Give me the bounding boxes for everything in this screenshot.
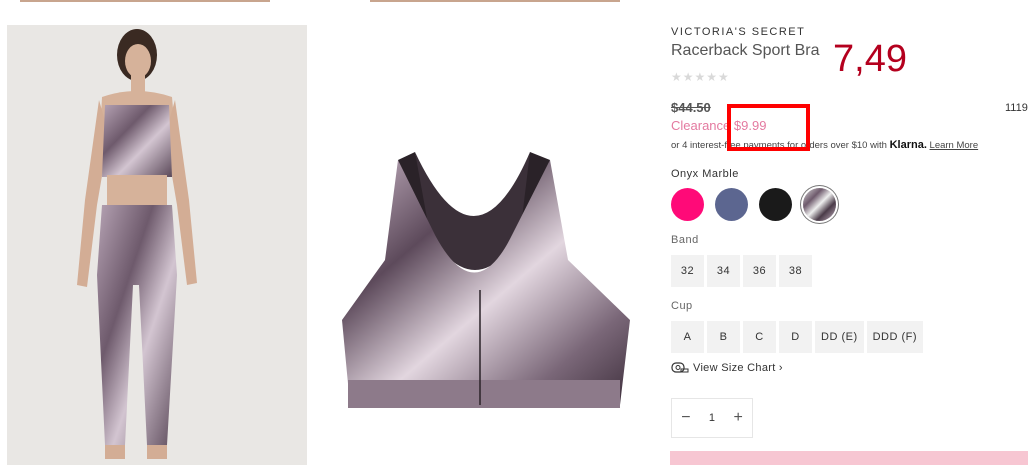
view-size-chart-link[interactable]: View Size Chart ›: [671, 362, 783, 374]
band-size-option[interactable]: 32: [671, 255, 704, 287]
product-title: Racerback Sport Bra: [671, 42, 820, 59]
decrease-quantity-button[interactable]: −: [681, 409, 690, 427]
cup-size-option[interactable]: D: [779, 321, 812, 353]
swatch-slate-blue[interactable]: [715, 188, 748, 221]
klarna-payment-line: or 4 interest-free payments for orders o…: [671, 139, 978, 151]
cup-size-option[interactable]: DD (E): [815, 321, 864, 353]
cup-size-option[interactable]: DDD (F): [866, 321, 924, 353]
cup-label: Cup: [671, 300, 693, 312]
banner-image-edge: [20, 0, 270, 2]
product-photo[interactable]: [330, 140, 635, 430]
quantity-value[interactable]: 1: [709, 412, 715, 424]
band-size-option[interactable]: 38: [779, 255, 812, 287]
increase-quantity-button[interactable]: +: [733, 409, 742, 427]
swatch-hot-pink[interactable]: [671, 188, 704, 221]
view-size-chart-label: View Size Chart ›: [693, 362, 783, 374]
band-size-options: 32 34 36 38: [671, 255, 812, 287]
brand-name[interactable]: VICTORIA'S SECRET: [671, 26, 805, 38]
cup-size-option[interactable]: A: [671, 321, 704, 353]
top-banner-strip: [0, 0, 1028, 4]
cup-size-option[interactable]: C: [743, 321, 776, 353]
quantity-stepper: − 1 +: [671, 398, 753, 438]
rating-stars[interactable]: ★★★★★: [671, 70, 730, 84]
sports-bra-illustration: [342, 152, 630, 408]
color-swatches: [671, 188, 836, 221]
overlay-annotation-number: 7,49: [833, 38, 907, 80]
add-to-bag-button[interactable]: [670, 451, 1028, 465]
klarna-learn-more-link[interactable]: Learn More: [930, 140, 979, 151]
band-size-option[interactable]: 36: [743, 255, 776, 287]
cup-size-option[interactable]: B: [707, 321, 740, 353]
swatch-black[interactable]: [759, 188, 792, 221]
band-size-option[interactable]: 34: [707, 255, 740, 287]
model-photo[interactable]: [7, 25, 307, 465]
original-price: $44.50: [671, 100, 711, 115]
measuring-tape-icon: [671, 362, 689, 373]
selected-color-label: Onyx Marble: [671, 168, 739, 180]
model-photo-illustration: [77, 29, 197, 459]
klarna-logo: Klarna.: [889, 139, 927, 151]
highlight-annotation-box: [727, 104, 810, 151]
banner-image-edge: [370, 0, 620, 2]
band-label: Band: [671, 234, 699, 246]
cup-size-options: A B C D DD (E) DDD (F): [671, 321, 924, 353]
reviews-count[interactable]: 1119: [1005, 102, 1028, 114]
clearance-label: Clearance: [671, 118, 731, 133]
swatch-onyx-marble[interactable]: [803, 188, 836, 221]
